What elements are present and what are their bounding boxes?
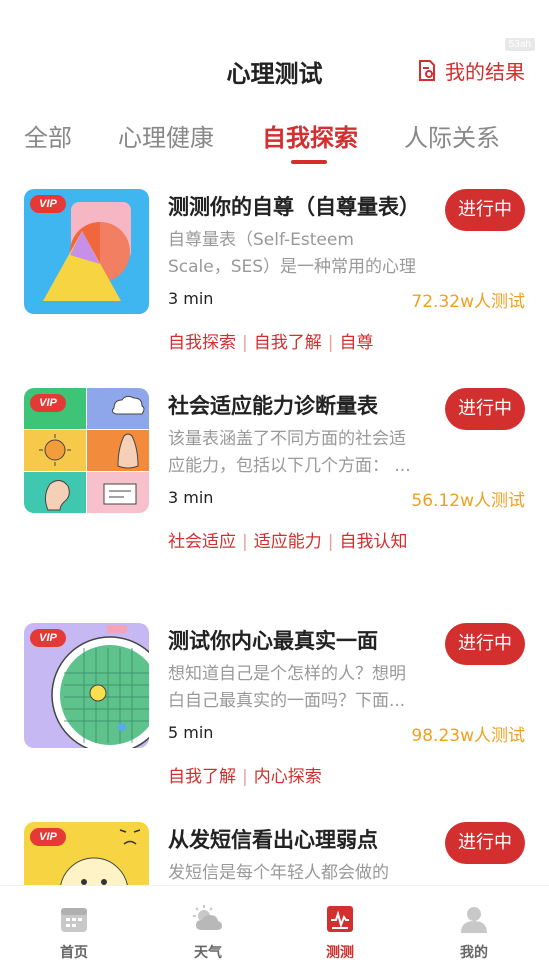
tab-active-indicator bbox=[291, 160, 327, 164]
tag-list: 社会适应 | 适应能力 | 自我认知 bbox=[168, 527, 407, 552]
profile-icon bbox=[461, 907, 487, 933]
participant-count: 56.12w人测试 bbox=[411, 491, 525, 511]
tab-mental-health[interactable]: 心理健康 bbox=[118, 118, 214, 153]
nav-profile[interactable]: 我的 bbox=[434, 904, 514, 962]
weather-icon bbox=[193, 905, 222, 930]
duration: 3 min bbox=[168, 289, 214, 308]
nav-test[interactable]: 测测 bbox=[300, 904, 380, 962]
duration: 3 min bbox=[168, 488, 214, 507]
tab-self-exploration[interactable]: 自我探索 bbox=[262, 118, 358, 153]
in-progress-button[interactable]: 进行中 bbox=[445, 189, 525, 231]
tag-separator: | bbox=[242, 333, 248, 353]
thumbnail-senses: VIP bbox=[24, 388, 149, 513]
card-title: 测测你的自尊（自尊量表） bbox=[168, 195, 420, 219]
card-description: 想知道自己是个怎样的人？想明白自己最真实的一面吗？下面... bbox=[168, 664, 406, 711]
vip-badge: VIP bbox=[30, 195, 66, 213]
my-results-button[interactable]: 我的结果 bbox=[417, 56, 525, 85]
tag[interactable]: 自我了解 bbox=[168, 767, 236, 787]
tag-separator: | bbox=[327, 532, 334, 552]
tag[interactable]: 内心探索 bbox=[254, 767, 322, 787]
nav-home[interactable]: 首页 bbox=[34, 904, 114, 962]
thumbnail-timer: VIP bbox=[24, 623, 149, 748]
card-description: 该量表涵盖了不同方面的社会适应能力，包括以下几个方面： ... bbox=[168, 429, 411, 476]
nav-label: 天气 bbox=[194, 945, 222, 961]
tag-separator: | bbox=[242, 767, 248, 787]
tag[interactable]: 适应能力 bbox=[254, 532, 322, 552]
tag[interactable]: 社会适应 bbox=[168, 532, 236, 552]
tag-separator: | bbox=[327, 333, 334, 353]
tag-separator: | bbox=[242, 532, 248, 552]
in-progress-button[interactable]: 进行中 bbox=[445, 623, 525, 665]
in-progress-button[interactable]: 进行中 bbox=[445, 388, 525, 430]
tag[interactable]: 自尊 bbox=[339, 333, 373, 353]
thumbnail-shapes: VIP bbox=[24, 189, 149, 314]
test-card[interactable]: VIP 测测你的自尊（自尊量表） 自尊量表（Self-Esteem Scale，… bbox=[24, 189, 525, 359]
card-title: 从发短信看出心理弱点 bbox=[168, 828, 378, 852]
tag-list: 自我探索 | 自我了解 | 自尊 bbox=[168, 328, 373, 353]
nav-label: 我的 bbox=[460, 945, 488, 961]
test-icon bbox=[327, 906, 353, 932]
card-title: 社会适应能力诊断量表 bbox=[168, 394, 378, 418]
vip-badge: VIP bbox=[30, 394, 66, 412]
card-description: 发短信是每个年轻人都会做的 bbox=[168, 863, 389, 883]
test-card[interactable]: VIP 测试你内心最真实一面 想知道自己是个怎样的人？想明白自己最真实的一面吗？… bbox=[24, 623, 525, 793]
bottom-nav: 首页 天气 测测 我的 bbox=[0, 885, 549, 978]
calendar-icon bbox=[61, 908, 87, 932]
participant-count: 98.23w人测试 bbox=[411, 726, 525, 746]
test-card[interactable]: VIP 社会适应能力诊断量表 该量表涵盖了不同方面的社会适应能力，包括以下几个方… bbox=[24, 388, 525, 558]
duration: 5 min bbox=[168, 723, 214, 742]
results-doc-icon bbox=[419, 59, 435, 81]
my-results-label: 我的结果 bbox=[445, 60, 525, 84]
tab-all[interactable]: 全部 bbox=[24, 118, 72, 153]
tag[interactable]: 自我探索 bbox=[168, 333, 236, 353]
tag-list: 自我了解 | 内心探索 bbox=[168, 762, 322, 787]
card-description: 自尊量表（Self-Esteem Scale，SES）是一种常用的心理测量... bbox=[168, 230, 417, 277]
tab-relationships[interactable]: 人际关系 bbox=[404, 118, 500, 153]
nav-weather[interactable]: 天气 bbox=[168, 904, 248, 962]
tag[interactable]: 自我了解 bbox=[254, 333, 322, 353]
card-title: 测试你内心最真实一面 bbox=[168, 629, 378, 653]
in-progress-button[interactable]: 进行中 bbox=[445, 822, 525, 864]
test-card[interactable]: VIP 从发短信看出心理弱点 发短信是每个年轻人都会做的 进行中 bbox=[24, 822, 525, 885]
vip-badge: VIP bbox=[30, 828, 66, 846]
category-tabs: 全部 心理健康 自我探索 人际关系 bbox=[0, 118, 549, 168]
vip-badge: VIP bbox=[30, 629, 66, 647]
participant-count: 72.32w人测试 bbox=[411, 292, 525, 312]
thumbnail-face: VIP bbox=[24, 822, 149, 885]
header: 心理测试 我的结果 bbox=[0, 48, 549, 96]
nav-label: 测测 bbox=[326, 945, 354, 961]
nav-label: 首页 bbox=[60, 945, 88, 961]
tag[interactable]: 自我认知 bbox=[339, 532, 407, 552]
